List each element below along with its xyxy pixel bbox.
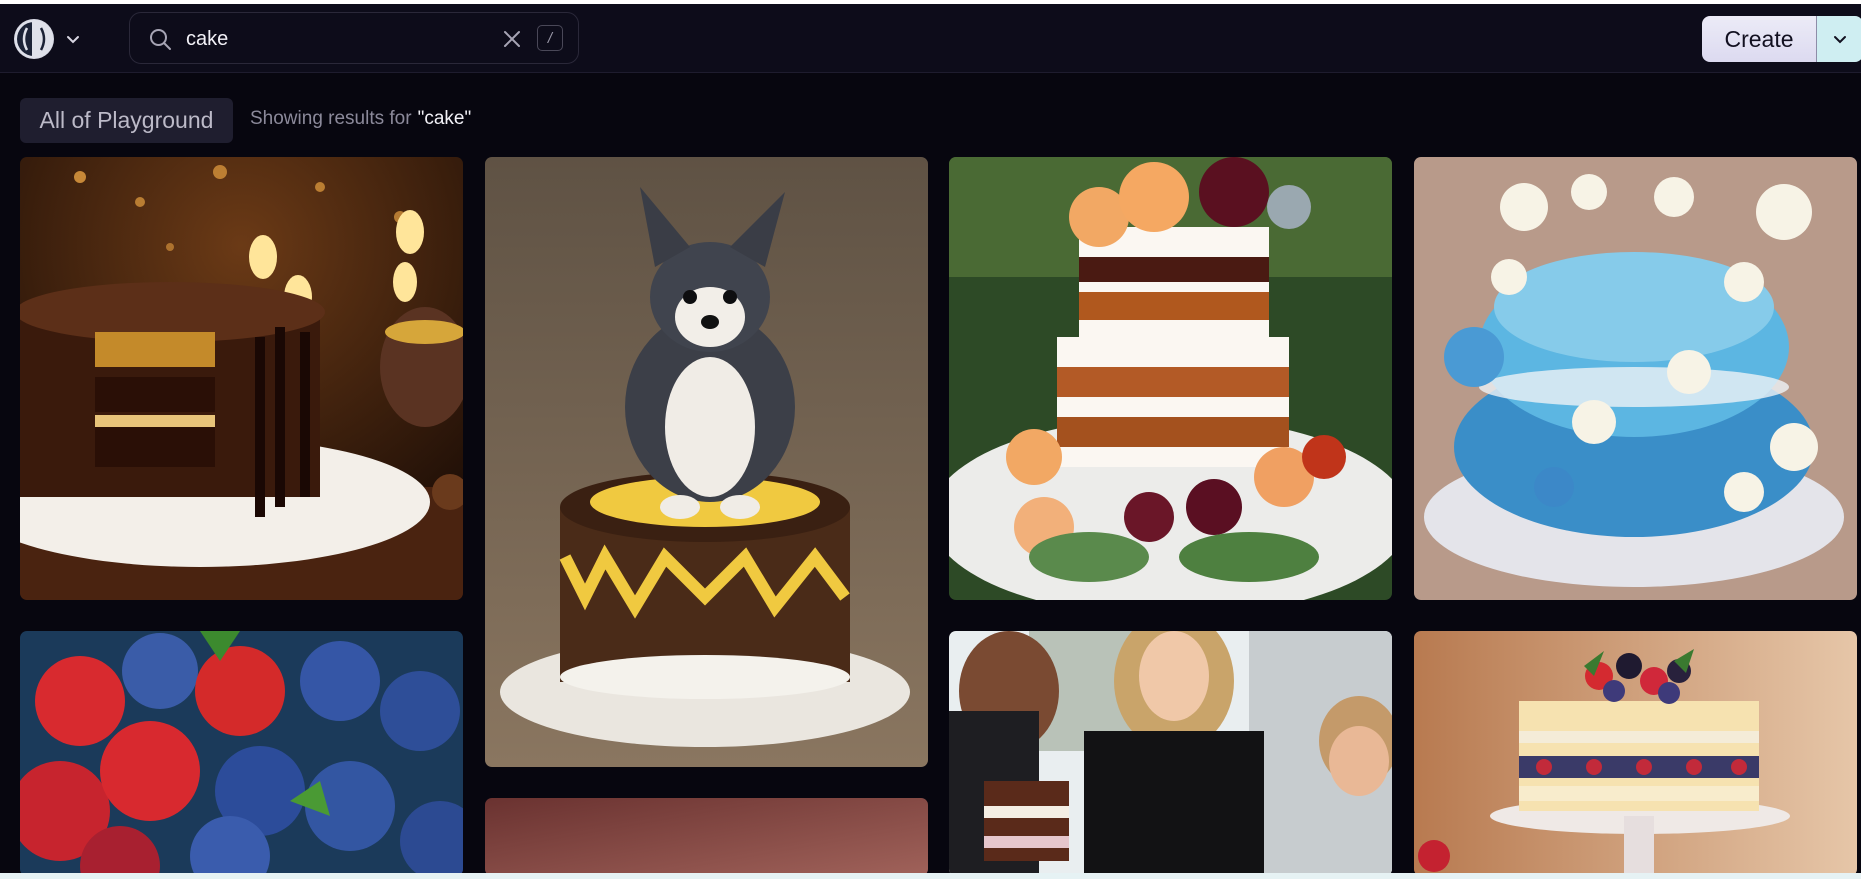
results-prefix: Showing results for: [250, 108, 412, 129]
search-input[interactable]: [186, 23, 486, 55]
gallery-image-chocolate-cake[interactable]: [20, 157, 463, 600]
create-button[interactable]: Create: [1702, 16, 1817, 62]
gallery-image-berries-closeup[interactable]: [20, 631, 463, 876]
results-query: "cake": [417, 108, 472, 129]
gallery-image-people-with-cake[interactable]: [949, 631, 1392, 876]
scope-filter-all-of-playground[interactable]: All of Playground: [20, 98, 233, 143]
gallery-image-puppy-on-cake[interactable]: [485, 157, 928, 767]
create-dropdown-button[interactable]: [1817, 16, 1861, 62]
results-summary: Showing results for "cake": [250, 104, 471, 134]
search-bar[interactable]: /: [129, 12, 579, 64]
window-bottom-border: [0, 873, 1861, 879]
search-icon: [150, 29, 171, 50]
chevron-down-icon: [1834, 36, 1846, 44]
playground-logo-icon: [14, 19, 54, 59]
gallery-image-blue-floral-cake[interactable]: [1414, 157, 1857, 600]
chevron-down-icon: [67, 36, 79, 44]
gallery-image-berry-layer-cake[interactable]: [1414, 631, 1857, 876]
top-header: / Create: [0, 4, 1861, 73]
gallery-image-naked-layer-cake-with-flowers[interactable]: [949, 157, 1392, 600]
clear-icon[interactable]: [500, 27, 524, 51]
workspace-menu-button[interactable]: [14, 18, 84, 60]
slash-key-icon: /: [537, 25, 563, 51]
create-button-group: Create: [1702, 16, 1861, 62]
gallery-image-pink-blank-tile[interactable]: [485, 798, 928, 876]
